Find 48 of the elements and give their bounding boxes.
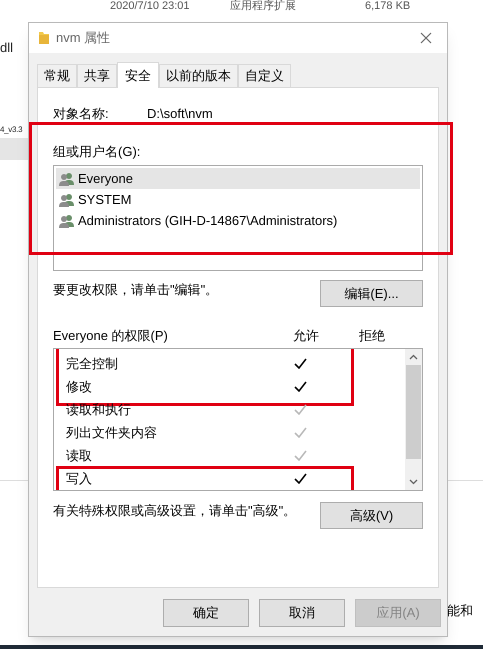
permission-name: 完全控制: [66, 354, 119, 373]
user-name: Administrators (GIH-D-14867\Administrators): [78, 212, 338, 230]
permission-row[interactable]: 读取: [54, 444, 405, 467]
advanced-button[interactable]: 高级(V): [320, 502, 423, 529]
side-text: 能和: [447, 602, 474, 620]
object-path: D:\soft\nvm: [147, 105, 213, 123]
scrollbar-thumb[interactable]: [406, 365, 421, 459]
scroll-down-icon[interactable]: [409, 479, 418, 485]
user-row[interactable]: Everyone: [56, 168, 420, 189]
permission-row[interactable]: 读取和执行: [54, 398, 405, 421]
user-name: SYSTEM: [78, 190, 132, 209]
file-date: 2020/7/10 23:01: [110, 0, 190, 12]
file-type: 应用程序扩展: [230, 0, 296, 12]
users-icon: [58, 172, 75, 186]
users-icon: [58, 192, 75, 206]
user-row[interactable]: SYSTEM: [56, 189, 420, 210]
column-header: 允许: [293, 327, 320, 346]
file-name: 4_v3.3: [0, 124, 22, 136]
tab[interactable]: 安全: [117, 62, 159, 88]
permission-name: 列出文件夹内容: [66, 424, 158, 442]
scroll-up-icon[interactable]: [409, 354, 418, 360]
dialog-button[interactable]: 确定: [163, 599, 249, 627]
close-icon: [420, 32, 432, 44]
permission-name: 修改: [66, 378, 93, 396]
permission-name: 读取: [66, 446, 93, 465]
tab[interactable]: 以前的版本: [159, 64, 238, 87]
tab[interactable]: 共享: [77, 64, 117, 87]
advanced-hint: 有关特殊权限或高级设置，请单击"高级"。: [53, 502, 296, 520]
groups-label: 组或用户名(G):: [53, 142, 142, 161]
permission-name: 写入: [66, 470, 93, 488]
permission-name: 读取和执行: [66, 400, 132, 419]
tab[interactable]: 常规: [37, 64, 77, 87]
tab[interactable]: 自定义: [238, 64, 291, 87]
permission-row[interactable]: 列出文件夹内容: [54, 421, 405, 444]
users-icon: [58, 214, 75, 228]
object-name-label: 对象名称:: [53, 105, 110, 123]
folder-icon: [38, 31, 50, 45]
user-name: Everyone: [78, 170, 133, 188]
permissions-label: Everyone 的权限(P): [53, 327, 169, 346]
window-title: nvm 属性: [56, 29, 112, 48]
file-name: dll: [0, 39, 14, 57]
edit-button[interactable]: 编辑(E)...: [320, 280, 423, 307]
file-size: 6,178 KB: [365, 0, 410, 12]
edit-hint: 要更改权限，请单击"编辑"。: [53, 281, 218, 299]
scrollbar[interactable]: [405, 349, 422, 490]
user-row[interactable]: Administrators (GIH-D-14867\Administrators): [56, 210, 420, 231]
column-header: 拒绝: [359, 327, 385, 346]
dialog-button[interactable]: 取消: [259, 599, 345, 627]
